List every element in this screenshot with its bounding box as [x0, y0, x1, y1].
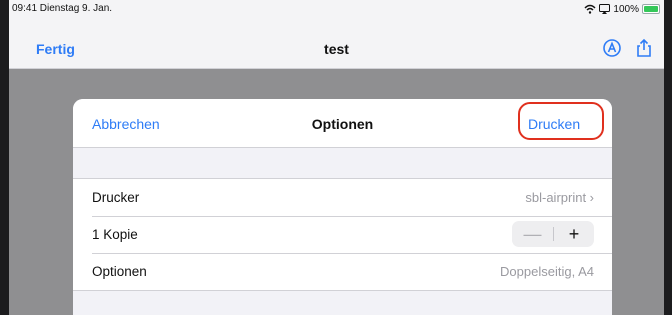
- options-list: Drucker sbl-airprint › 1 Kopie — + Optio…: [73, 178, 612, 291]
- wifi-icon: [584, 4, 596, 14]
- decrement-button[interactable]: —: [512, 221, 553, 247]
- status-indicators: 100%: [584, 2, 660, 16]
- copies-row: 1 Kopie — +: [73, 216, 612, 253]
- options-label: Optionen: [92, 264, 147, 279]
- sheet-header: Abbrechen Optionen Drucken: [73, 99, 612, 148]
- print-options-sheet: Abbrechen Optionen Drucken Drucker sbl-a…: [73, 99, 612, 315]
- share-icon[interactable]: [634, 38, 654, 58]
- options-value: Doppelseitig, A4: [500, 264, 594, 279]
- screen-mirroring-icon: [599, 4, 611, 14]
- markup-icon[interactable]: [602, 38, 622, 58]
- printer-label: Drucker: [92, 190, 140, 205]
- increment-button[interactable]: +: [554, 221, 594, 247]
- left-frame: [0, 0, 9, 315]
- screen: 09:41 Dienstag 9. Jan. 100% Fertig test: [9, 0, 664, 315]
- copies-stepper: — +: [512, 221, 594, 247]
- printer-value: sbl-airprint ›: [525, 190, 594, 205]
- battery-icon: [642, 4, 660, 14]
- status-time: 09:41 Dienstag 9. Jan.: [12, 3, 113, 14]
- print-button[interactable]: Drucken: [528, 116, 580, 132]
- document-title: test: [324, 41, 349, 57]
- printer-row[interactable]: Drucker sbl-airprint ›: [73, 179, 612, 216]
- battery-percentage: 100%: [613, 3, 639, 15]
- navigation-bar: Fertig test: [9, 18, 664, 69]
- options-row[interactable]: Optionen Doppelseitig, A4: [73, 253, 612, 290]
- copies-label: 1 Kopie: [92, 227, 138, 242]
- right-frame: [664, 0, 672, 315]
- status-bar: 09:41 Dienstag 9. Jan. 100%: [9, 0, 664, 18]
